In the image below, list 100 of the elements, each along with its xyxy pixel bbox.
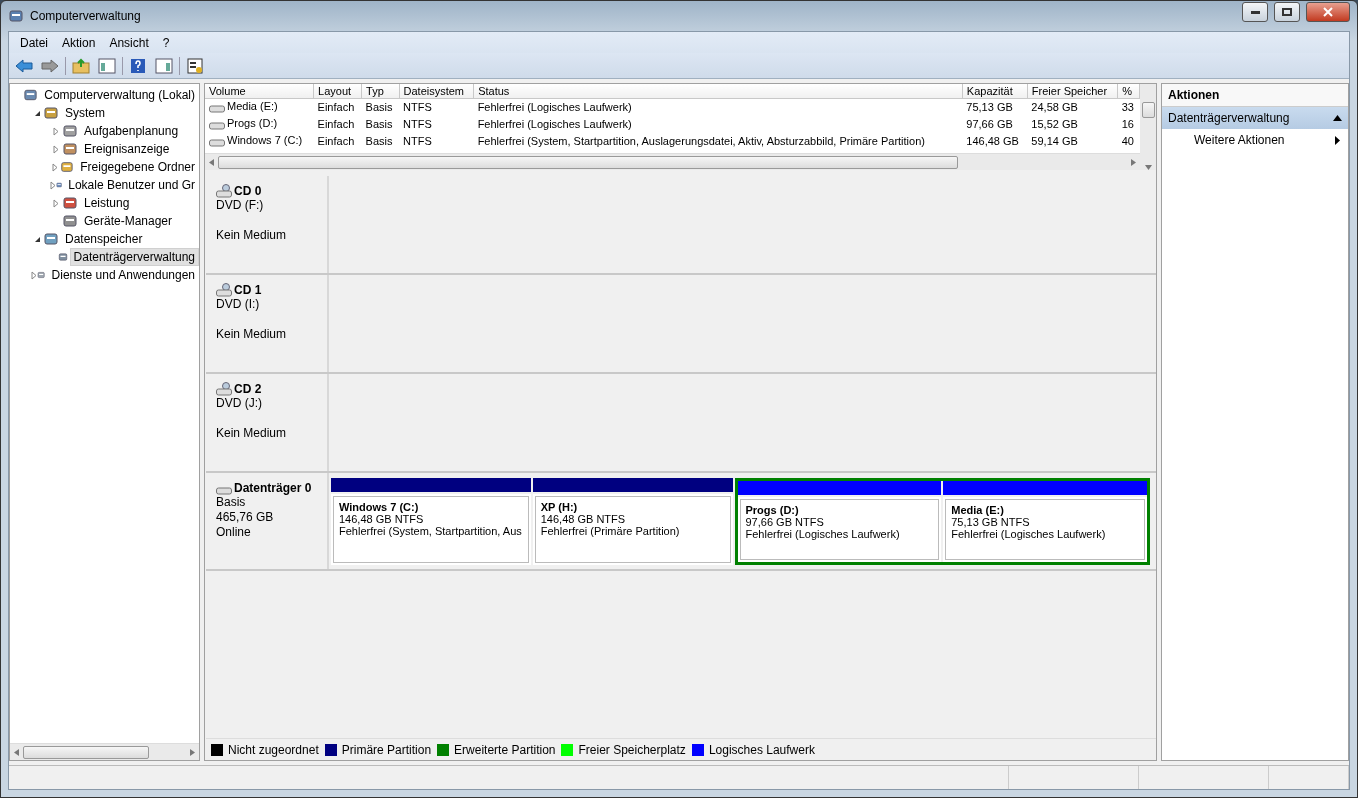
submenu-arrow-icon <box>1335 135 1340 145</box>
column-header[interactable]: Status <box>473 84 963 99</box>
table-cell-text: Fehlerfrei (Logisches Laufwerk) <box>476 117 633 132</box>
table-cell-text: NTFS <box>402 134 433 149</box>
tree-item[interactable]: Aufgabenplanung <box>80 122 183 140</box>
scroll-down-icon <box>1144 165 1152 170</box>
optical-drive-icon <box>216 184 232 198</box>
action-item[interactable]: Weitere Aktionen <box>1162 129 1348 151</box>
partition-size: 146,48 GB NTFS <box>339 513 425 525</box>
app-icon <box>8 8 24 24</box>
disk-info: DVD (F:) <box>216 198 265 213</box>
column-header[interactable]: Freier Speicher <box>1027 84 1118 99</box>
close-icon <box>1323 7 1333 17</box>
table-cell-text: 97,66 GB <box>965 117 1014 132</box>
column-header[interactable]: Volume <box>205 84 314 99</box>
partition-size: 75,13 GB NTFS <box>951 516 1031 528</box>
scroll-thumb[interactable] <box>1141 102 1155 118</box>
tree-item[interactable]: Computerverwaltung (Lokal) <box>40 86 199 104</box>
legend-label: Primäre Partition <box>341 742 432 757</box>
table-cell-text: Fehlerfrei (System, Startpartition, Auslagerungsdatei, Aktiv, Absturzabbild, Primäre Partition) <box>476 134 926 149</box>
panel-icon <box>98 57 116 74</box>
tree-node-icon <box>62 195 78 211</box>
tree-item[interactable]: System <box>61 104 109 122</box>
table-cell-text: 40 <box>1120 134 1135 149</box>
partition-box[interactable]: Progs (D:) 97,66 GB NTFS Fehlerfrei (Logisches Laufwerk) <box>737 497 942 562</box>
collapse-arrow-icon[interactable] <box>33 235 41 243</box>
tree-item[interactable]: Datenträgerverwaltung <box>69 248 199 266</box>
column-header[interactable]: Typ <box>361 84 399 99</box>
expand-arrow-icon[interactable] <box>31 270 38 280</box>
table-cell: 24,58 GB <box>1027 98 1118 116</box>
table-cell: Basis <box>361 98 399 116</box>
partition-box[interactable]: Windows 7 (C:) 146,48 GB NTFS Fehlerfrei (System, Startpartition, Aus <box>331 494 531 565</box>
media-status: Kein Medium <box>216 327 288 342</box>
column-header[interactable]: % <box>1117 84 1140 99</box>
table-cell-text: Basis <box>364 134 394 149</box>
tree-item[interactable]: Leistung <box>80 194 134 212</box>
column-header[interactable]: Dateisystem <box>399 84 474 99</box>
tree-item[interactable]: Dienste und Anwendungen <box>47 266 199 284</box>
partition-status: Fehlerfrei (Logisches Laufwerk) <box>745 528 901 540</box>
legend-label: Freier Speicherplatz <box>578 742 686 757</box>
horizontal-scrollbar[interactable] <box>205 153 1140 170</box>
minimize-button[interactable] <box>1242 2 1268 22</box>
table-cell-text: Einfach <box>316 134 356 149</box>
disk-name: Datenträger 0 <box>216 481 317 495</box>
tree-node-icon <box>62 123 78 139</box>
partition-status: Fehlerfrei (Logisches Laufwerk) <box>951 528 1107 540</box>
tree-item[interactable]: Ereignisanzeige <box>80 140 174 158</box>
tree-node-icon <box>62 213 78 229</box>
column-header[interactable]: Layout <box>313 84 362 99</box>
disk-name: CD 2 <box>216 382 317 396</box>
disk-name: CD 0 <box>216 184 317 198</box>
expand-arrow-icon[interactable] <box>53 126 59 136</box>
tree-item[interactable]: Lokale Benutzer und Gr <box>64 176 199 194</box>
table-cell: 75,13 GB <box>962 98 1028 116</box>
expand-arrow-icon[interactable] <box>50 180 56 190</box>
scroll-left-icon <box>209 158 214 166</box>
scroll-right-icon <box>1131 158 1136 166</box>
vertical-scrollbar[interactable] <box>1140 84 1156 170</box>
menu-item[interactable]: Datei <box>13 35 55 50</box>
tree-node-icon <box>43 231 59 247</box>
table-cell-text: Einfach <box>316 117 356 132</box>
disk-info: 465,76 GB <box>216 510 275 525</box>
forward-arrow-icon <box>41 58 59 73</box>
close-button[interactable] <box>1306 2 1350 22</box>
tree-item[interactable]: Geräte-Manager <box>80 212 177 230</box>
disk-info: Online <box>216 525 252 540</box>
expand-arrow-icon[interactable] <box>52 162 59 172</box>
minimize-icon <box>1250 10 1260 14</box>
collapse-arrow-icon[interactable] <box>33 109 41 117</box>
partition-size: 146,48 GB NTFS <box>540 513 627 525</box>
table-cell: 33 <box>1117 98 1140 116</box>
partition-name: Progs (D:) <box>745 504 800 516</box>
menu-item[interactable]: ? <box>155 35 177 50</box>
actions-title: Aktionen <box>1162 84 1348 107</box>
disk-info: Basis <box>216 495 247 510</box>
panel-icon <box>155 57 173 74</box>
expand-arrow-icon[interactable] <box>53 144 59 154</box>
media-status: Kein Medium <box>216 228 288 243</box>
menu-item[interactable]: Aktion <box>55 35 103 50</box>
disk-info: DVD (I:) <box>216 297 261 312</box>
horizontal-scrollbar[interactable] <box>10 743 199 760</box>
back-arrow-icon <box>15 58 33 73</box>
table-cell: NTFS <box>399 98 474 116</box>
action-section-header[interactable]: Datenträgerverwaltung <box>1162 107 1348 129</box>
column-header[interactable]: Kapazität <box>962 84 1028 99</box>
properties-icon <box>187 57 203 74</box>
volume-name: Windows 7 (C:) <box>227 134 303 146</box>
table-cell-text: Basis <box>364 117 394 132</box>
help-icon <box>130 57 146 74</box>
tree-item[interactable]: Datenspeicher <box>61 230 147 248</box>
legend-label: Nicht zugeordnet <box>228 742 319 757</box>
tree-item[interactable]: Freigegebene Ordner <box>76 158 199 176</box>
menu-item[interactable]: Ansicht <box>102 35 156 50</box>
table-cell-text: NTFS <box>402 117 433 132</box>
partition-box[interactable]: XP (H:) 146,48 GB NTFS Fehlerfrei (Primäre Partition) <box>532 494 733 565</box>
expand-arrow-icon[interactable] <box>53 198 59 208</box>
maximize-button[interactable] <box>1274 2 1300 22</box>
partition-box[interactable]: Media (E:) 75,13 GB NTFS Fehlerfrei (Logisches Laufwerk) <box>943 497 1147 562</box>
partition-status: Fehlerfrei (Primäre Partition) <box>540 525 681 537</box>
table-cell-text: 146,48 GB <box>965 134 1020 149</box>
